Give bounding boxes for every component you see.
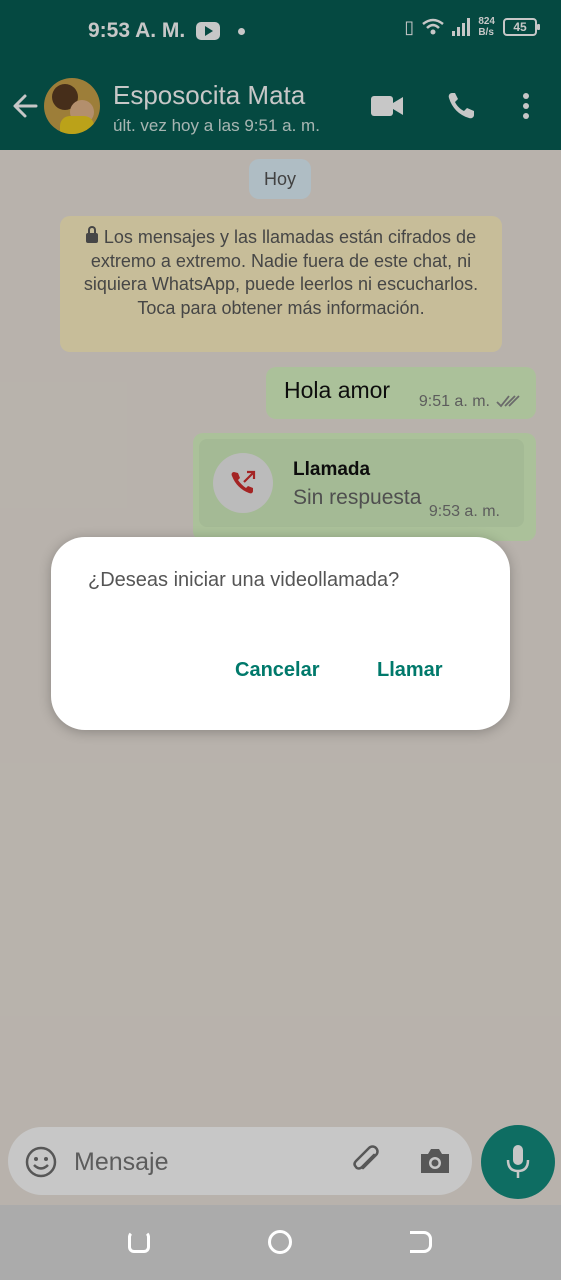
home-nav-icon[interactable]	[268, 1230, 292, 1254]
system-navigation-bar	[0, 1205, 561, 1280]
back-nav-icon[interactable]	[410, 1231, 432, 1253]
recents-nav-icon[interactable]	[128, 1231, 150, 1253]
video-call-dialog: ¿Deseas iniciar una videollamada? Cancel…	[51, 537, 510, 730]
dialog-message: ¿Deseas iniciar una videollamada?	[88, 569, 400, 591]
cancel-button[interactable]: Cancelar	[235, 659, 320, 682]
call-button[interactable]: Llamar	[377, 659, 443, 682]
